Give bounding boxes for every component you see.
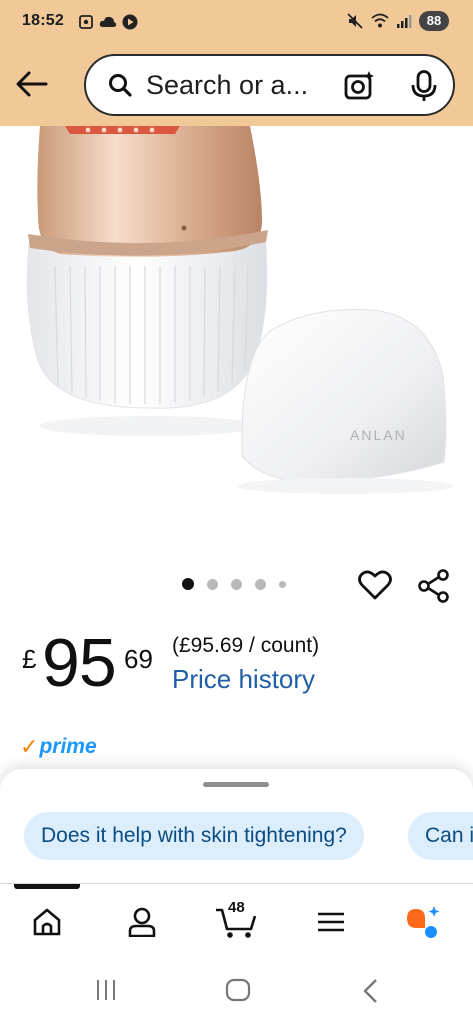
battery-indicator: 88	[419, 11, 449, 31]
share-icon[interactable]	[418, 569, 450, 603]
suggestion-chip[interactable]: Does it help with skin tightening?	[24, 812, 364, 860]
product-illustration: ANLAN	[26, 126, 453, 494]
price-history-link[interactable]: Price history	[172, 664, 315, 695]
top-bar: 18:52 88 Search or a...	[0, 0, 473, 126]
price-whole: 95	[42, 625, 117, 701]
status-left-icons	[78, 14, 138, 30]
wifi-icon	[371, 13, 389, 28]
suggestion-sheet: Does it help with skin tightening? Can i	[0, 769, 473, 884]
recents-icon[interactable]	[94, 978, 118, 1002]
prime-badge: ✓ prime	[20, 734, 97, 760]
search-bar[interactable]: Search or a...	[84, 54, 455, 116]
screen: { "status_bar": { "time": "18:52", "batt…	[0, 0, 473, 1024]
carousel-dot[interactable]	[182, 578, 194, 590]
status-bar: 18:52 88	[0, 0, 473, 44]
home-icon	[33, 908, 61, 936]
search-icon	[109, 74, 132, 97]
heart-icon[interactable]	[358, 569, 392, 601]
status-time: 18:52	[22, 12, 64, 29]
unit-price: (£95.69 / count)	[172, 634, 320, 657]
home-nav-icon[interactable]	[225, 978, 251, 1002]
play-icon	[122, 14, 138, 30]
tab-home[interactable]	[27, 902, 67, 942]
cloud-icon	[99, 16, 117, 27]
system-nav-bar	[0, 956, 473, 1024]
carousel-indicator[interactable]	[182, 578, 286, 590]
back-button[interactable]	[14, 66, 50, 102]
price-currency: £	[22, 644, 37, 674]
signal-icon	[397, 15, 412, 28]
tab-menu[interactable]	[311, 902, 351, 942]
suggestion-chip[interactable]: Can i	[408, 812, 473, 860]
prime-label: prime	[39, 735, 97, 758]
price-fraction: 69	[124, 644, 153, 674]
back-arrow-icon	[16, 71, 48, 97]
status-right-icons: 88	[346, 11, 449, 31]
carousel-dot[interactable]	[207, 578, 218, 590]
tab-rufus[interactable]	[403, 902, 443, 942]
tab-bar	[0, 883, 473, 955]
sheet-drag-handle[interactable]	[203, 782, 269, 787]
active-tab-indicator	[14, 884, 80, 889]
account-icon	[128, 907, 156, 937]
brand-text: ANLAN	[350, 427, 407, 443]
mute-icon	[347, 13, 363, 29]
product-image[interactable]: ANLAN	[0, 126, 473, 566]
menu-icon	[318, 912, 344, 932]
mic-icon[interactable]	[410, 70, 438, 102]
carousel-dot[interactable]	[279, 580, 286, 588]
carousel-dot[interactable]	[231, 578, 242, 590]
rufus-icon	[407, 906, 440, 938]
camera-icon[interactable]	[344, 71, 374, 101]
screenshot-icon	[79, 15, 93, 29]
carousel-dot[interactable]	[255, 578, 266, 590]
back-nav-icon[interactable]	[362, 978, 380, 1004]
search-input[interactable]: Search or a...	[146, 70, 326, 101]
tab-account[interactable]	[122, 902, 162, 942]
cart-count-badge: 48	[228, 899, 245, 916]
prime-check-icon: ✓	[20, 734, 39, 759]
